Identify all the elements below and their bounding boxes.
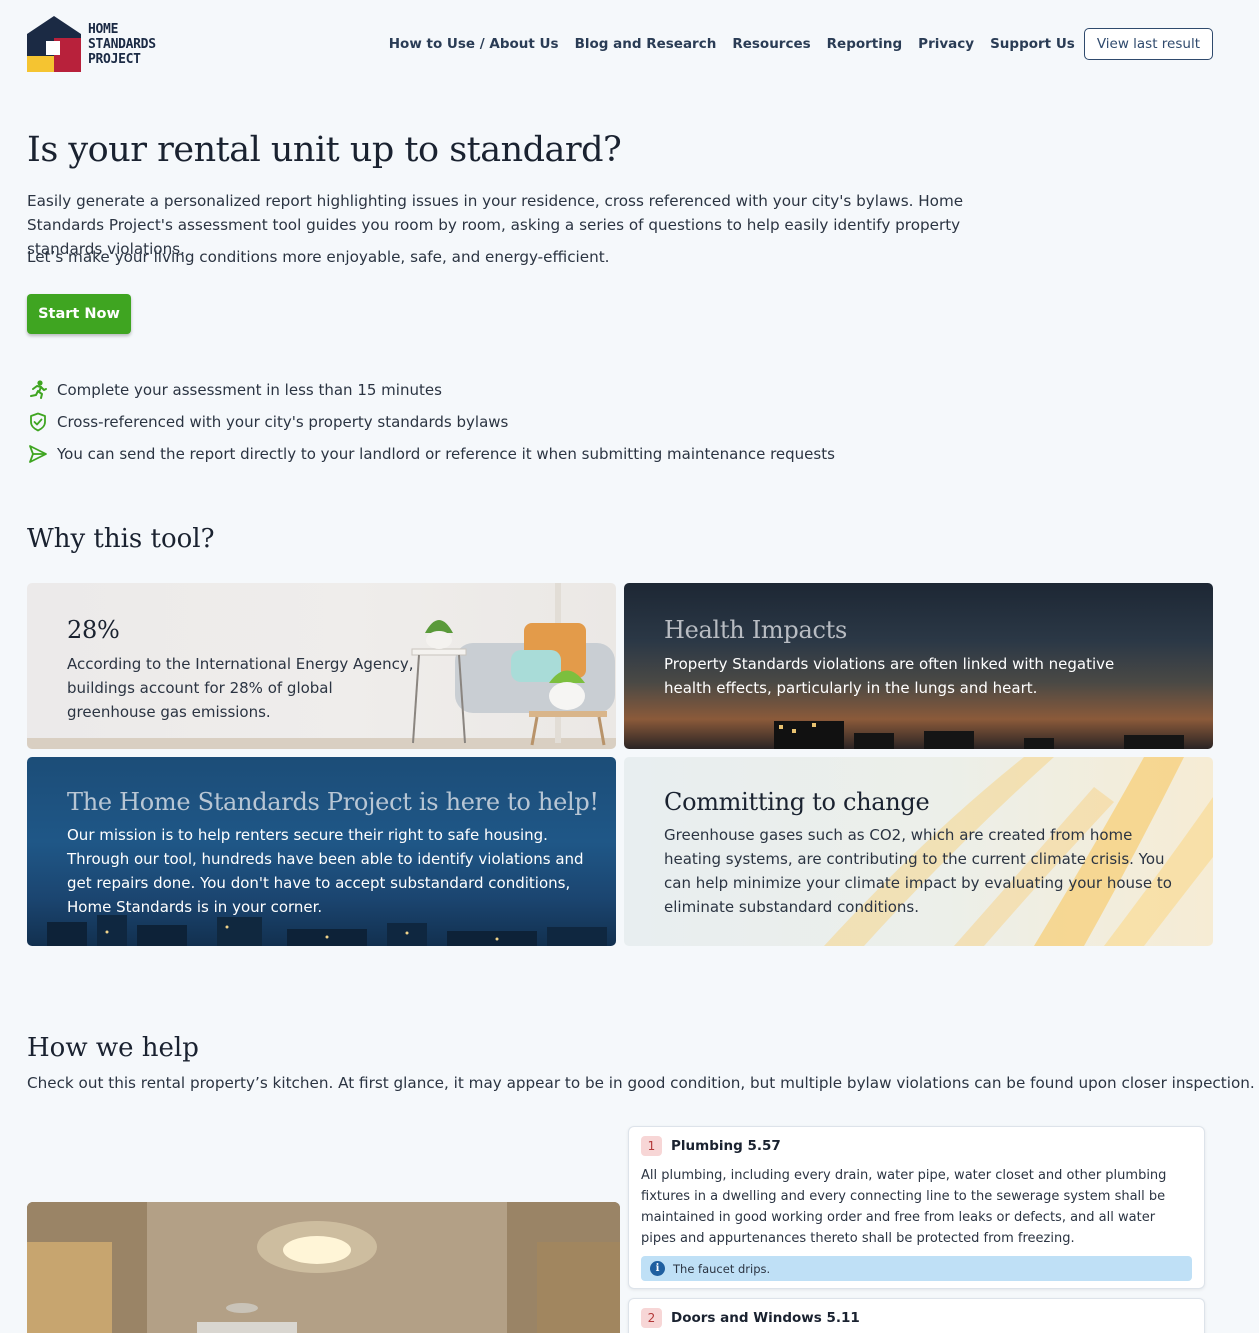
- how-section-description: Check out this rental property’s kitchen…: [27, 1074, 1255, 1092]
- nav-how-to-use[interactable]: How to Use / About Us: [389, 36, 559, 52]
- running-person-icon: [27, 379, 49, 401]
- nav-support-us[interactable]: Support Us: [990, 36, 1075, 52]
- send-icon: [27, 443, 49, 465]
- card-title: 28%: [67, 616, 120, 644]
- hero-tagline: Let’s make your living conditions more e…: [27, 248, 610, 266]
- violation-number-badge: 2: [641, 1308, 662, 1328]
- card-text: Property Standards violations are often …: [664, 655, 1115, 697]
- card-text: Our mission is to help renters secure th…: [67, 826, 584, 916]
- feature-text: You can send the report directly to your…: [57, 445, 835, 463]
- feature-item: Complete your assessment in less than 15…: [27, 374, 835, 406]
- violation-description: All plumbing, including every drain, wat…: [641, 1168, 1167, 1246]
- mission-card: The Home Standards Project is here to he…: [27, 757, 616, 946]
- nav-privacy[interactable]: Privacy: [918, 36, 974, 52]
- violation-title: Plumbing 5.57: [671, 1138, 781, 1154]
- stat-card-health: Health Impacts Property Standards violat…: [624, 583, 1213, 749]
- violation-note-text: The faucet drips.: [673, 1261, 771, 1276]
- feature-text: Cross-referenced with your city's proper…: [57, 413, 509, 431]
- page-title: Is your rental unit up to standard?: [27, 130, 622, 170]
- violation-card[interactable]: 2 Doors and Windows 5.11: [628, 1298, 1205, 1333]
- violation-note: i The faucet drips.: [641, 1256, 1192, 1281]
- main-nav: How to Use / About Us Blog and Research …: [373, 28, 1213, 60]
- feature-list: Complete your assessment in less than 15…: [27, 374, 835, 470]
- shield-check-icon: [27, 411, 49, 433]
- nav-blog[interactable]: Blog and Research: [575, 36, 717, 52]
- why-section-title: Why this tool?: [27, 524, 215, 554]
- stat-card-emissions: 28% According to the International Energ…: [27, 583, 616, 749]
- card-title: Committing to change: [664, 788, 930, 816]
- card-title: Health Impacts: [664, 616, 847, 644]
- card-text: According to the International Energy Ag…: [67, 655, 414, 721]
- card-title: The Home Standards Project is here to he…: [67, 788, 599, 816]
- violation-card[interactable]: 1 Plumbing 5.57 All plumbing, including …: [628, 1126, 1205, 1289]
- logo-wordmark: HOME STANDARDS PROJECT: [88, 21, 156, 67]
- violation-header: 2 Doors and Windows 5.11: [641, 1308, 860, 1328]
- logo[interactable]: HOME STANDARDS PROJECT: [27, 16, 156, 72]
- site-header: HOME STANDARDS PROJECT How to Use / Abou…: [0, 0, 1259, 90]
- kitchen-photo[interactable]: [27, 1202, 620, 1333]
- feature-item: You can send the report directly to your…: [27, 438, 835, 470]
- how-section-title: How we help: [27, 1033, 199, 1063]
- card-text: Greenhouse gases such as CO2, which are …: [664, 826, 1172, 916]
- violation-header: 1 Plumbing 5.57: [641, 1136, 781, 1156]
- nav-resources[interactable]: Resources: [732, 36, 810, 52]
- view-last-result-button[interactable]: View last result: [1083, 28, 1213, 60]
- start-now-button[interactable]: Start Now: [27, 294, 131, 334]
- feature-item: Cross-referenced with your city's proper…: [27, 406, 835, 438]
- violation-number-badge: 1: [641, 1136, 662, 1156]
- feature-text: Complete your assessment in less than 15…: [57, 381, 442, 399]
- house-logo-icon: [27, 16, 81, 72]
- violation-title: Doors and Windows 5.11: [671, 1310, 860, 1326]
- nav-reporting[interactable]: Reporting: [827, 36, 903, 52]
- climate-card: Committing to change Greenhouse gases su…: [624, 757, 1213, 946]
- info-icon: i: [650, 1261, 665, 1276]
